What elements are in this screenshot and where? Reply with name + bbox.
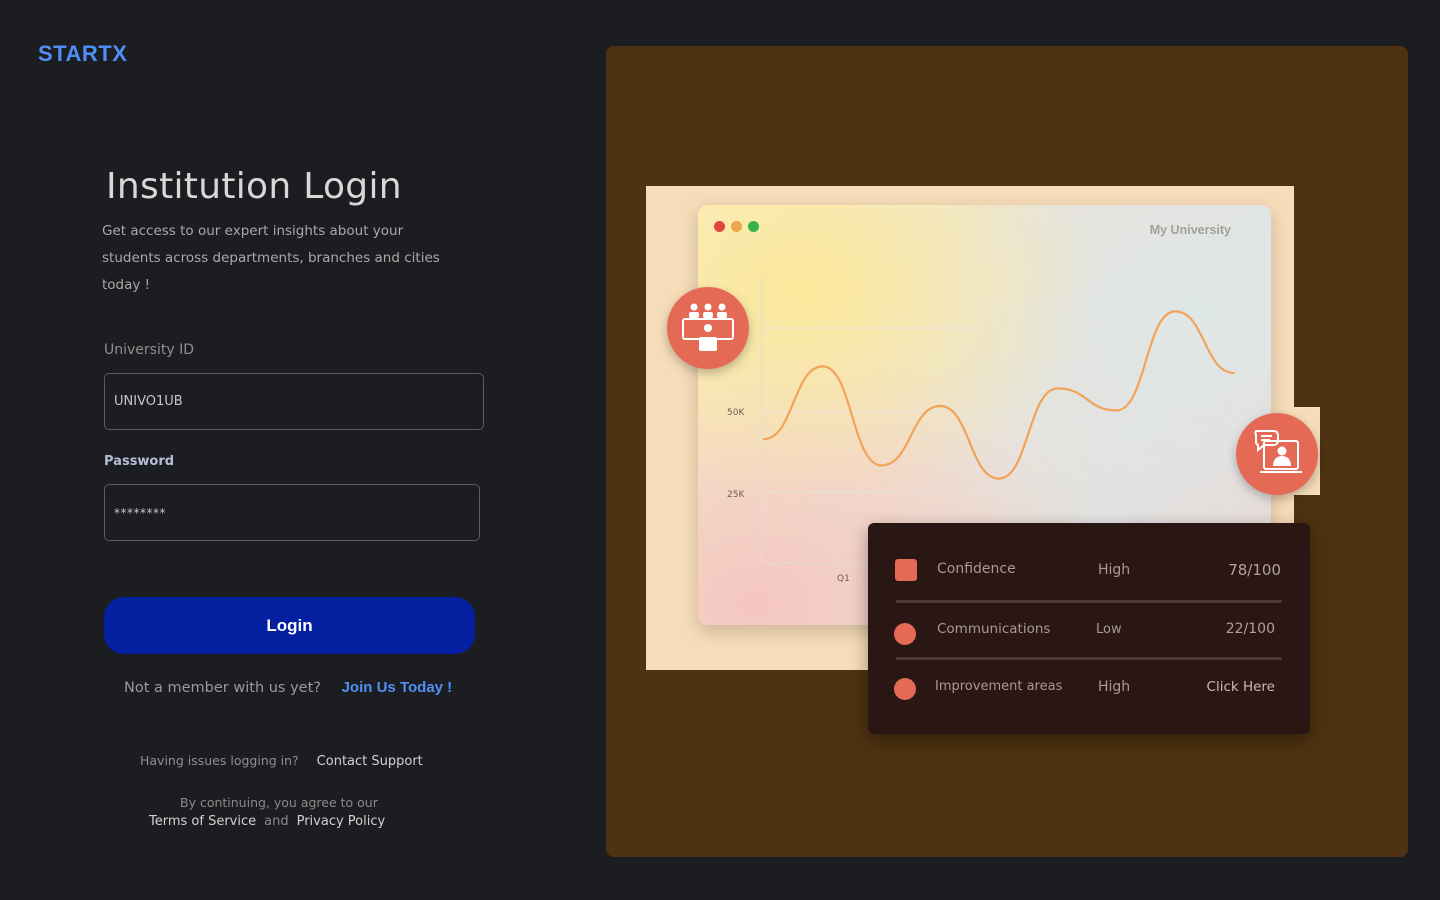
stat-name: Confidence xyxy=(937,561,1016,577)
brand-logo[interactable]: STARTX xyxy=(38,41,127,67)
stat-divider xyxy=(896,657,1282,660)
classroom-icon xyxy=(682,303,734,351)
y-tick-label: 50K xyxy=(727,408,745,418)
stat-row-confidence: Confidence High 78/100 xyxy=(868,556,1310,586)
communication-icon xyxy=(894,623,916,645)
signup-line: Not a member with us yet? Join Us Today … xyxy=(124,679,452,696)
stat-level: High xyxy=(1098,562,1131,578)
join-link[interactable]: Join Us Today ! xyxy=(342,679,453,696)
stat-score: 22/100 xyxy=(1225,621,1275,637)
stat-level: High xyxy=(1098,679,1131,695)
password-input[interactable] xyxy=(104,484,480,541)
terms-link[interactable]: Terms of Service xyxy=(149,814,256,829)
legal-text: By continuing, you agree to our xyxy=(180,795,378,810)
chart-series-line xyxy=(762,310,1236,480)
support-line: Having issues logging in? Contact Suppor… xyxy=(140,753,423,769)
signup-prompt: Not a member with us yet? xyxy=(124,680,321,696)
confidence-icon xyxy=(895,559,917,581)
stat-row-improvement: Improvement areas High Click Here xyxy=(868,676,1310,706)
university-id-label: University ID xyxy=(104,342,194,358)
page-title: Institution Login xyxy=(106,166,402,207)
privacy-link[interactable]: Privacy Policy xyxy=(297,814,386,829)
contact-support-link[interactable]: Contact Support xyxy=(317,754,423,769)
classroom-badge xyxy=(667,287,749,369)
stat-level: Low xyxy=(1096,622,1122,637)
password-label: Password xyxy=(104,454,175,469)
login-page: STARTX Institution Login Get access to o… xyxy=(0,0,1440,900)
page-subtitle: Get access to our expert insights about … xyxy=(102,223,440,293)
stat-divider xyxy=(896,600,1282,603)
stat-name: Communications xyxy=(937,621,1051,637)
stat-name: Improvement areas xyxy=(935,679,1063,694)
y-tick-label: 25K xyxy=(727,490,745,500)
legal-and: and xyxy=(264,814,289,829)
stat-score: 78/100 xyxy=(1228,561,1281,579)
support-prompt: Having issues logging in? xyxy=(140,753,299,768)
login-button[interactable]: Login xyxy=(104,597,475,654)
stat-row-communications: Communications Low 22/100 xyxy=(868,618,1310,648)
online-tutor-icon xyxy=(1254,430,1302,473)
improvement-icon xyxy=(894,678,916,700)
legal-links: Terms of Service and Privacy Policy xyxy=(149,814,385,829)
tutor-badge xyxy=(1236,413,1318,495)
stats-card: Confidence High 78/100 Communications Lo… xyxy=(868,523,1310,734)
x-tick-label: Q1 xyxy=(837,574,850,584)
university-id-input[interactable] xyxy=(104,373,484,430)
click-here-link[interactable]: Click Here xyxy=(1207,679,1275,695)
